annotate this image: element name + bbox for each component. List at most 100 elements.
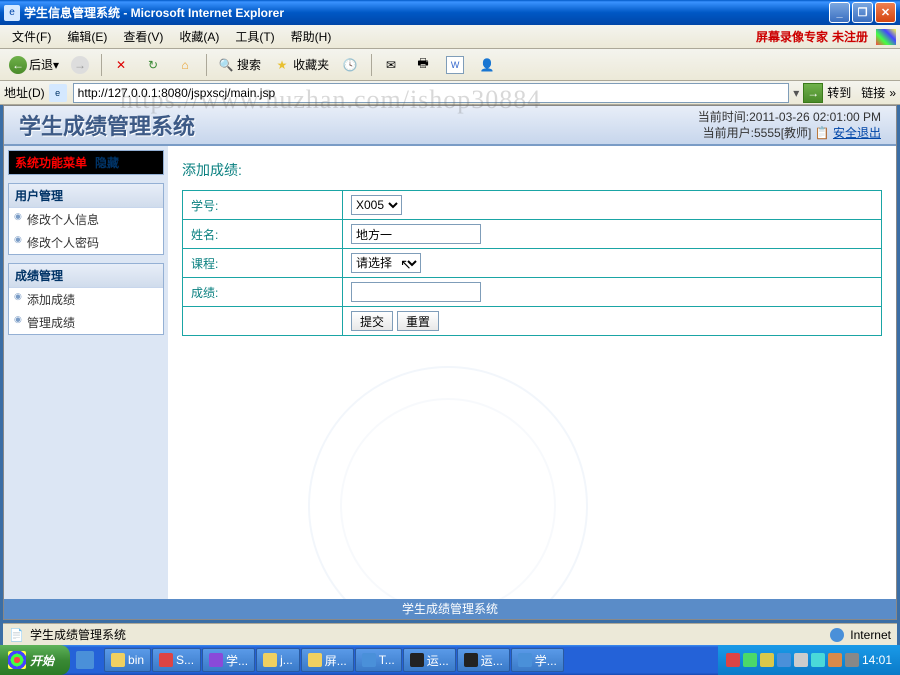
edit-button[interactable]: W [441,53,471,77]
task-item[interactable]: 学... [202,648,255,672]
app-icon [209,653,223,667]
menu-help[interactable]: 帮助(H) [283,26,340,47]
input-name[interactable] [351,224,481,244]
links-label[interactable]: 链接 [861,84,885,101]
time-value: 2011-03-26 02:01:00 PM [749,110,881,124]
sidebar: 系统功能菜单隐藏 用户管理 修改个人信息 修改个人密码 成绩管理 添加成绩 管理… [4,146,168,599]
address-label: 地址(D) [4,84,45,101]
go-button[interactable]: → [803,83,823,103]
back-label: 后退 [29,56,53,73]
task-item[interactable]: 屏... [301,648,354,672]
windows-logo-icon [876,29,896,45]
label-grade: 成绩: [183,278,343,307]
stop-button[interactable]: ✕ [107,53,137,77]
search-button[interactable]: 🔍搜索 [212,53,266,77]
tray-icon[interactable] [743,653,757,667]
go-label: 转到 [827,84,851,101]
main-content: 添加成绩: 学号: X005 姓名: 课程: 请选择 成绩: [168,146,896,599]
sidebar-item-manage-grade[interactable]: 管理成绩 [9,311,163,334]
tray-icon[interactable] [811,653,825,667]
sidebar-header: 系统功能菜单隐藏 [9,151,163,174]
folder-icon [111,653,125,667]
menu-view[interactable]: 查看(V) [115,26,171,47]
task-item[interactable]: 学... [511,648,564,672]
page-header: 学生成绩管理系统 当前时间:2011-03-26 02:01:00 PM 当前用… [4,106,896,146]
toolbar: ←后退 ▾ → ✕ ↻ ⌂ 🔍搜索 ★收藏夹 🕓 ✉ 🖶 W 👤 [0,49,900,81]
system-tray: 14:01 [718,645,900,675]
tray-clock[interactable]: 14:01 [862,653,892,667]
tray-icon[interactable] [845,653,859,667]
page-title: 学生成绩管理系统 [19,109,195,141]
tray-icon[interactable] [828,653,842,667]
label-name: 姓名: [183,220,343,249]
taskbar: 开始 bin S... 学... j... 屏... T... 运... 运..… [0,645,900,675]
task-item[interactable]: T... [355,648,402,672]
sidebar-item-password[interactable]: 修改个人密码 [9,231,163,254]
minimize-button[interactable]: _ [829,2,850,23]
ie-icon [518,653,532,667]
mail-button[interactable]: ✉ [377,53,407,77]
sidebar-item-profile[interactable]: 修改个人信息 [9,208,163,231]
app-icon [159,653,173,667]
task-list: bin S... 学... j... 屏... T... 运... 运... 学… [104,648,718,672]
menu-favorites[interactable]: 收藏(A) [171,26,227,47]
forward-button[interactable]: → [66,53,96,77]
sidebar-item-add-grade[interactable]: 添加成绩 [9,288,163,311]
start-icon [8,651,26,669]
unregistered-label: 未注册 [832,28,868,45]
maximize-button[interactable]: ❐ [852,2,873,23]
menu-edit[interactable]: 编辑(E) [59,26,115,47]
history-button[interactable]: 🕓 [336,53,366,77]
sidebar-hide[interactable]: 隐藏 [95,156,119,170]
quicklaunch-ie-icon[interactable] [76,651,94,669]
address-dropdown-icon[interactable]: ▾ [793,86,799,100]
refresh-button[interactable]: ↻ [139,53,169,77]
messenger-button[interactable]: 👤 [473,53,503,77]
search-label: 搜索 [237,56,261,73]
window-title: 学生信息管理系统 - Microsoft Internet Explorer [24,4,829,21]
sidebar-cat-grade[interactable]: 成绩管理 [9,264,163,288]
menu-tools[interactable]: 工具(T) [227,26,282,47]
java-icon [362,653,376,667]
menu-bar: 文件(F) 编辑(E) 查看(V) 收藏(A) 工具(T) 帮助(H) 屏幕录像… [0,25,900,49]
folder-icon [263,653,277,667]
task-item[interactable]: j... [256,648,300,672]
task-item[interactable]: S... [152,648,201,672]
label-student-id: 学号: [183,191,343,220]
favorites-label: 收藏夹 [293,56,329,73]
reset-button[interactable] [397,311,439,331]
input-grade[interactable] [351,282,481,302]
print-button[interactable]: 🖶 [409,53,439,77]
label-course: 课程: [183,249,343,278]
recorder-label: 屏幕录像专家 [756,28,828,45]
tray-icon[interactable] [794,653,808,667]
address-bar: 地址(D) e ▾ → 转到 链接 » [0,81,900,105]
window-titlebar: e 学生信息管理系统 - Microsoft Internet Explorer… [0,0,900,25]
tray-icon[interactable] [777,653,791,667]
links-chevron-icon[interactable]: » [889,86,896,100]
user-label: 当前用户: [703,126,754,140]
task-item[interactable]: 运... [403,648,456,672]
sidebar-cat-user[interactable]: 用户管理 [9,184,163,208]
tray-icon[interactable] [760,653,774,667]
task-item[interactable]: 运... [457,648,510,672]
address-input[interactable] [73,83,790,103]
task-item[interactable]: bin [104,648,151,672]
logout-link[interactable]: 安全退出 [833,126,881,140]
menu-file[interactable]: 文件(F) [4,26,59,47]
home-button[interactable]: ⌂ [171,53,201,77]
page-icon: e [49,84,67,102]
close-button[interactable]: ✕ [875,2,896,23]
status-page-icon: 📄 [9,628,24,642]
tray-icon[interactable] [726,653,740,667]
time-label: 当前时间: [698,110,749,124]
back-button[interactable]: ←后退 ▾ [4,53,64,77]
submit-button[interactable] [351,311,393,331]
cmd-icon [464,653,478,667]
select-student-id[interactable]: X005 [351,195,402,215]
header-info: 当前时间:2011-03-26 02:01:00 PM 当前用户:5555[教师… [698,109,881,141]
folder-icon [308,653,322,667]
favorites-button[interactable]: ★收藏夹 [268,53,334,77]
select-course[interactable]: 请选择 [351,253,421,273]
start-button[interactable]: 开始 [0,645,70,675]
